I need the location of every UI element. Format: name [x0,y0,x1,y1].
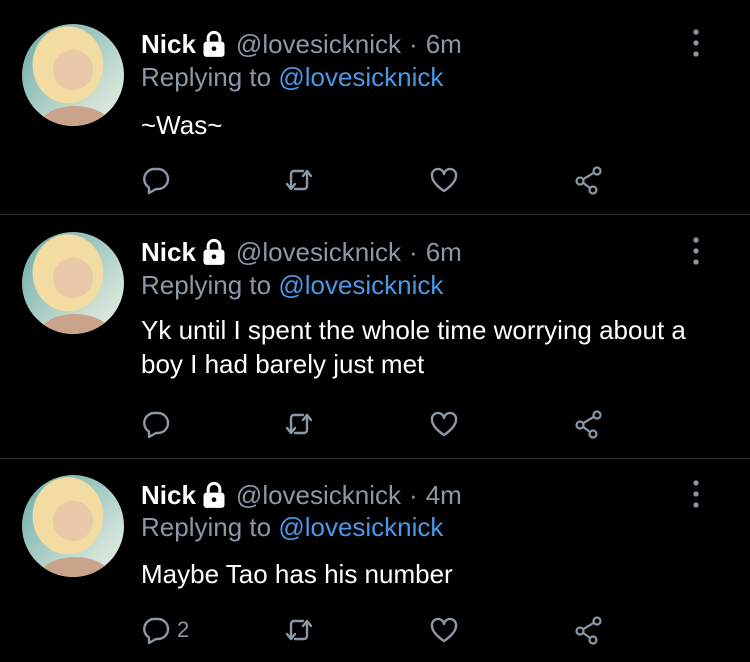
share-icon [575,166,602,195]
retweet-icon [285,169,313,191]
more-icon[interactable] [688,479,704,509]
display-name[interactable]: Nick [141,480,196,511]
share-icon [575,410,602,439]
tweet-text: Yk until I spent the whole time worrying… [141,315,686,379]
timestamp[interactable]: 6m [426,237,462,268]
reply-icon [143,167,170,195]
like-button[interactable] [429,408,459,440]
reply-button[interactable] [141,164,177,196]
like-icon [430,617,458,643]
retweet-button[interactable] [284,164,314,196]
reply-icon [143,617,170,645]
timestamp[interactable]: 6m [426,29,462,60]
replying-prefix: Replying to [141,62,272,92]
like-icon [430,411,458,437]
avatar[interactable] [22,24,124,126]
tweet-text: ~Was~ [141,110,223,140]
action-bar [141,164,641,200]
handle[interactable]: @lovesicknick [236,29,401,60]
display-name[interactable]: Nick [141,29,196,60]
display-name[interactable]: Nick [141,237,196,268]
retweet-icon [285,413,313,435]
handle[interactable]: @lovesicknick [236,480,401,511]
share-icon [575,616,602,645]
more-icon[interactable] [688,236,704,266]
separator: · [409,28,418,59]
like-button[interactable] [429,164,459,196]
avatar[interactable] [22,475,124,577]
share-button[interactable] [573,408,603,440]
avatar[interactable] [22,232,124,334]
handle[interactable]: @lovesicknick [236,237,401,268]
action-bar [141,408,641,444]
replying-prefix: Replying to [141,512,272,542]
tweet[interactable]: Nick @lovesicknick · 6m Replying to @lov… [0,0,750,214]
share-button[interactable] [573,164,603,196]
replying-prefix: Replying to [141,270,272,300]
reply-button[interactable]: 2 [141,614,189,646]
more-icon[interactable] [688,28,704,58]
tweet-header: Nick @lovesicknick · 4m [141,477,462,513]
retweet-button[interactable] [284,614,314,646]
like-icon [430,167,458,193]
reply-count: 2 [177,617,190,642]
retweet-button[interactable] [284,408,314,440]
tweet-header: Nick @lovesicknick · 6m [141,234,462,270]
action-bar: 2 [141,614,641,650]
lock-icon [203,238,225,265]
tweet[interactable]: Nick @lovesicknick · 4m Replying to @lov… [0,459,750,662]
tweet-header: Nick @lovesicknick · 6m [141,26,462,62]
like-button[interactable] [429,614,459,646]
tweet-text: Maybe Tao has his number [141,559,453,589]
share-button[interactable] [573,614,603,646]
tweet[interactable]: Nick @lovesicknick · 6m Replying to @lov… [0,215,750,458]
lock-icon [203,481,225,508]
separator: · [409,236,418,267]
separator: · [409,479,418,510]
mention-link[interactable]: @lovesicknick [278,62,443,92]
replying-to: Replying to @lovesicknick [141,512,443,543]
lock-icon [203,30,225,57]
mention-link[interactable]: @lovesicknick [278,270,443,300]
retweet-icon [285,619,313,641]
timestamp[interactable]: 4m [426,480,462,511]
reply-icon [143,411,170,439]
replying-to: Replying to @lovesicknick [141,62,443,93]
mention-link[interactable]: @lovesicknick [278,512,443,542]
replying-to: Replying to @lovesicknick [141,270,443,301]
reply-button[interactable] [141,408,177,440]
